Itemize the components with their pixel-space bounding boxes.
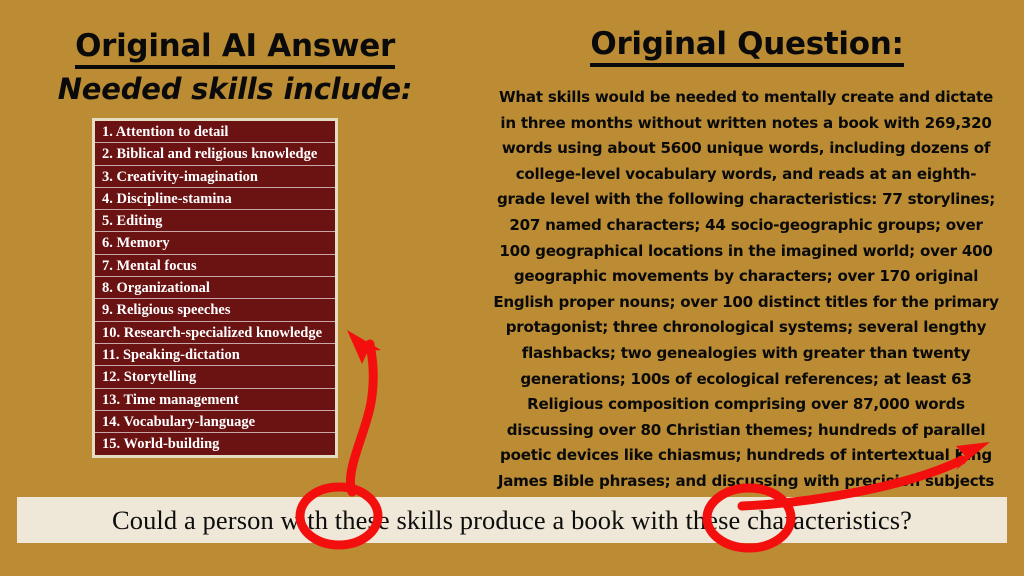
list-item: 13. Time management [95, 388, 335, 411]
slide-canvas: Original AI Answer Needed skills include… [0, 0, 1024, 576]
caption-bar: Could a person with these skills produce… [17, 497, 1007, 543]
answer-panel-title-text: Original AI Answer [75, 28, 395, 69]
question-panel-title-text: Original Question: [590, 26, 904, 67]
question-panel-title: Original Question: [470, 26, 1024, 67]
answer-panel: Original AI Answer Needed skills include… [0, 0, 470, 490]
list-item: 14. Vocabulary-language [95, 410, 335, 434]
list-item: 7. Mental focus [95, 254, 335, 278]
list-item: 8. Organizational [95, 277, 335, 300]
list-item: 9. Religious speeches [95, 299, 335, 322]
list-item: 5. Editing [95, 210, 335, 233]
list-item: 1. Attention to detail [95, 121, 335, 144]
list-item: 4. Discipline-stamina [95, 187, 335, 211]
answer-panel-title: Original AI Answer [0, 28, 470, 69]
question-text: What skills would be needed to mentally … [493, 88, 999, 541]
answer-panel-subtitle: Needed skills include: [57, 72, 413, 106]
list-item: 2. Biblical and religious knowledge [95, 143, 335, 166]
list-item: 12. Storytelling [95, 366, 335, 389]
list-item: 15. World-building [95, 433, 335, 456]
skills-list: 1. Attention to detail 2. Biblical and r… [92, 118, 338, 459]
question-panel: Original Question: What skills would be … [470, 0, 1024, 541]
list-item: 3. Creativity-imagination [95, 165, 335, 188]
list-item: 10. Research-specialized knowledge [95, 321, 335, 344]
caption-text: Could a person with these skills produce… [111, 504, 913, 535]
list-item: 11. Speaking-dictation [95, 343, 335, 367]
list-item: 6. Memory [95, 232, 335, 255]
